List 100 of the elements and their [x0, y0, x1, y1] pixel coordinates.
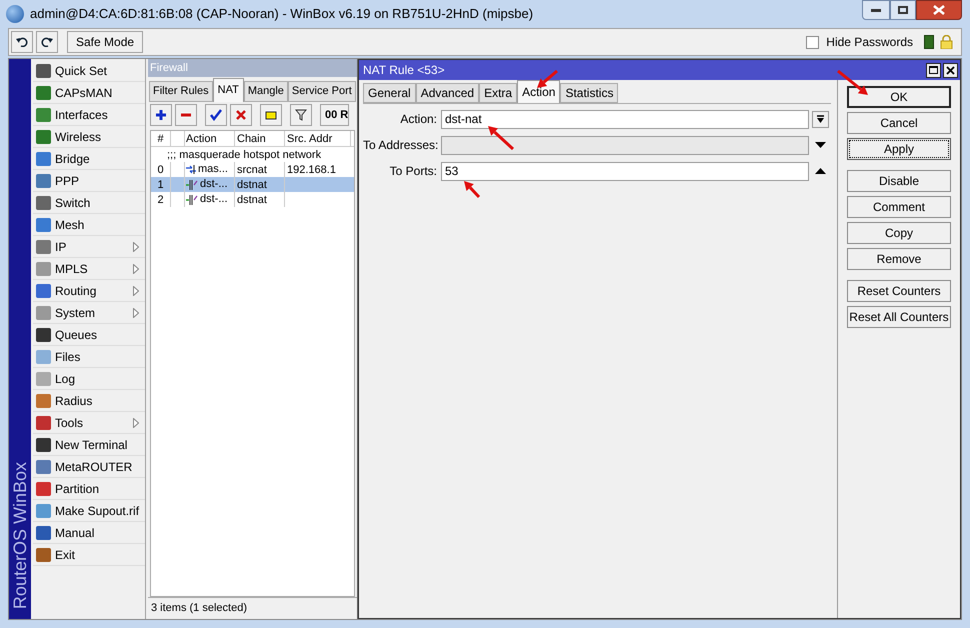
panel-title: Firewall	[148, 59, 357, 77]
dialog-button[interactable]: Reset Counters	[847, 280, 951, 302]
add-button[interactable]	[150, 104, 172, 126]
dialog-button[interactable]: Reset All Counters	[847, 306, 951, 328]
sidebar-item[interactable]: Quick Set	[33, 60, 145, 82]
menu-item-icon	[36, 350, 51, 364]
dialog-button[interactable]: OK	[847, 86, 951, 108]
action-icon	[186, 165, 196, 174]
tab[interactable]: Filter Rules	[149, 81, 213, 102]
maximize-button[interactable]	[890, 0, 916, 20]
remove-button[interactable]	[175, 104, 197, 126]
sidebar-item[interactable]: Mesh	[33, 214, 145, 236]
sidebar-item[interactable]: Wireless	[33, 126, 145, 148]
field-label: To Addresses:	[363, 137, 440, 154]
safe-mode-button[interactable]: Safe Mode	[67, 31, 144, 53]
dropdown-arrow-icon	[816, 114, 824, 124]
filter-icon	[295, 109, 307, 121]
disable-button[interactable]	[230, 104, 252, 126]
filter-button[interactable]	[290, 104, 312, 126]
menu-item-icon	[36, 548, 51, 562]
menu-item-icon	[36, 526, 51, 540]
dialog-button[interactable]: Cancel	[847, 112, 951, 134]
sidebar-item[interactable]: Make Supout.rif	[33, 500, 145, 522]
annotation-arrow	[837, 70, 868, 95]
tab[interactable]: Service Port	[288, 81, 356, 102]
status-bar: 3 items (1 selected)	[148, 597, 357, 619]
menu-item-icon	[36, 64, 51, 78]
tab[interactable]: Statistics	[560, 83, 618, 103]
menu-item-icon	[36, 482, 51, 496]
table-cell-text: mas...	[198, 162, 228, 178]
input-field[interactable]: dst-nat	[441, 110, 809, 128]
sidebar-item[interactable]: Queues	[33, 324, 145, 346]
tab[interactable]: Advanced	[416, 83, 480, 103]
menu-item-icon	[36, 240, 51, 254]
tab[interactable]: NAT	[212, 78, 244, 102]
sidebar-item[interactable]: Radius	[33, 390, 145, 412]
comment-button[interactable]	[260, 104, 282, 126]
dialog-button[interactable]: Disable	[847, 170, 951, 192]
action-icon	[186, 194, 198, 204]
table-cell-text: dst-...	[200, 177, 228, 192]
sidebar-item[interactable]: Bridge	[33, 148, 145, 170]
table-cell: 2	[151, 192, 171, 207]
hide-passwords-label: Hide Passwords	[826, 34, 913, 51]
close-button[interactable]	[943, 62, 958, 78]
sidebar-item[interactable]: IP	[33, 236, 145, 258]
dialog-button[interactable]: Copy	[847, 222, 951, 244]
expand-arrow-icon[interactable]	[814, 142, 826, 148]
comment-row-text: ;;; masquerade hotspot network	[166, 148, 322, 162]
redo-button[interactable]	[36, 31, 58, 53]
sidebar-item[interactable]: Switch	[33, 192, 145, 214]
undo-button[interactable]	[11, 31, 33, 53]
window-title: admin@D4:CA:6D:81:6B:08 (CAP-Nooran) - WinBox v6.19 on RB751U-2HnD (mipsbe)	[30, 5, 534, 24]
sidebar-item[interactable]: Partition	[33, 478, 145, 500]
menu-item-icon	[36, 130, 51, 144]
column-header: Action	[185, 131, 235, 146]
tab[interactable]: General	[363, 83, 416, 103]
sidebar-item[interactable]: System	[33, 302, 145, 324]
dialog-button[interactable]: Remove	[847, 248, 951, 270]
sidebar-item[interactable]: Tools	[33, 412, 145, 434]
dialog-button[interactable]: Apply	[847, 138, 951, 160]
menu-item-icon	[36, 174, 51, 188]
dropdown-button[interactable]	[812, 110, 828, 128]
sidebar-item[interactable]: Manual	[33, 522, 145, 544]
table-row[interactable]: 1 dst-... dstnat	[151, 177, 354, 192]
sidebar-item[interactable]: New Terminal	[33, 434, 145, 456]
redo-icon	[41, 37, 53, 47]
sidebar-item[interactable]: CAPsMAN	[33, 82, 145, 104]
sidebar-item[interactable]: Exit	[33, 544, 145, 566]
table-cell-text: dst-...	[200, 192, 228, 208]
counters-button[interactable]: 00 R	[320, 104, 350, 126]
cross-icon	[235, 109, 247, 121]
column-header: Chain	[235, 131, 285, 146]
close-button[interactable]	[916, 0, 962, 20]
menu-item-icon	[36, 284, 51, 298]
menu-item-icon	[36, 306, 51, 320]
collapse-arrow-icon[interactable]	[814, 168, 826, 174]
sidebar-item[interactable]: PPP	[33, 170, 145, 192]
lock-icon	[940, 35, 953, 49]
sidebar-item[interactable]: Routing	[33, 280, 145, 302]
dialog-button[interactable]: Comment	[847, 196, 951, 218]
menu-item-icon	[36, 416, 51, 430]
sidebar-item[interactable]: Log	[33, 368, 145, 390]
menu-item-icon	[36, 328, 51, 342]
tab[interactable]: Extra	[479, 83, 518, 103]
sidebar-item[interactable]: MPLS	[33, 258, 145, 280]
annotation-arrow	[488, 126, 514, 150]
sidebar-item[interactable]: MetaROUTER	[33, 456, 145, 478]
note-icon	[265, 109, 277, 121]
tab[interactable]: Action	[517, 80, 560, 103]
action-icon	[186, 180, 198, 190]
maximize-button[interactable]	[926, 62, 941, 78]
tab[interactable]: Mangle	[244, 81, 288, 102]
hide-passwords-checkbox[interactable]	[806, 36, 820, 48]
brand-text: RouterOS WinBox	[8, 462, 30, 609]
input-field[interactable]: 53	[441, 162, 809, 180]
minimize-button[interactable]	[862, 0, 890, 20]
sidebar-item[interactable]: Files	[33, 346, 145, 368]
sidebar-item[interactable]: Interfaces	[33, 104, 145, 126]
table-cell-text: 192.168.1	[286, 163, 337, 177]
enable-button[interactable]	[205, 104, 227, 126]
